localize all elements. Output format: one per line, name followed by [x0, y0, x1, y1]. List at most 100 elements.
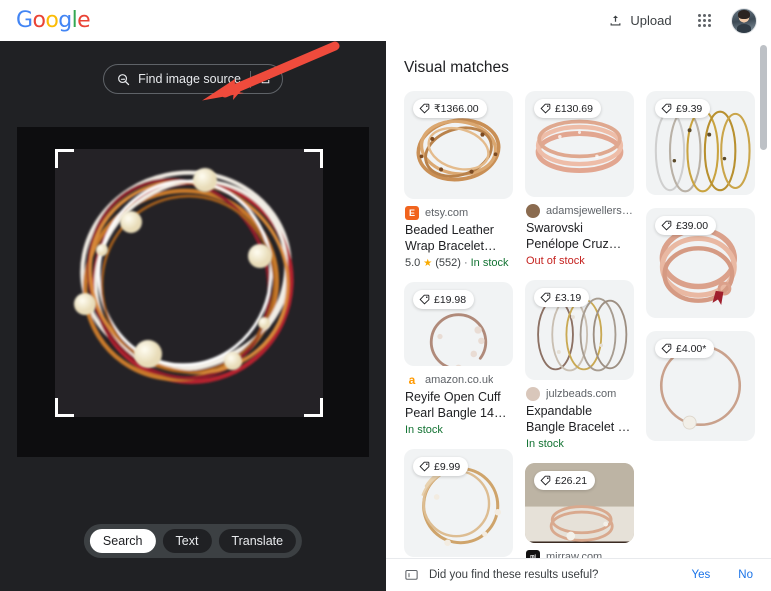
mode-translate-button[interactable]: Translate [218, 529, 297, 553]
price-badge: £26.21 [534, 471, 596, 490]
source-name: mirraw.com [546, 551, 603, 558]
query-image-container[interactable] [17, 127, 369, 457]
favicon [526, 204, 540, 218]
visual-match-card[interactable]: £26.21 mimirraw.com White pearl bracelet… [525, 463, 634, 558]
crop-handle-bottom-right[interactable] [304, 398, 323, 417]
price-badge: £9.39 [655, 99, 711, 118]
rating-and-stock: 5.0 ★ (552) · In stock [405, 257, 512, 269]
card-meta: adamsjewellers.ie Swarovski Penélope Cru… [525, 197, 634, 267]
product-title: Expandable Bangle Bracelet | Julz Beads… [526, 404, 621, 434]
price-badge: £39.00 [655, 216, 717, 235]
mode-switcher: Search Text Translate [83, 524, 303, 558]
page-title: Visual matches [404, 59, 509, 76]
crop-handle-top-right[interactable] [304, 149, 323, 168]
price-value: £26.21 [555, 474, 588, 487]
price-value: £19.98 [434, 293, 467, 306]
image-preview-panel: Find image source Search Text Translate [0, 41, 386, 591]
price-tag-icon [661, 103, 672, 114]
apps-grid-icon[interactable] [694, 10, 715, 31]
source-name: etsy.com [425, 207, 469, 219]
star-icon: ★ [423, 257, 433, 269]
mode-search-button[interactable]: Search [89, 529, 156, 553]
visual-match-card[interactable]: £19.98 a amazon.co.uk Reyife Open Cuff Pe… [404, 282, 513, 436]
visual-match-card[interactable]: £9.99 ŧCtjc.co.uk Multi Colour Freshwate… [404, 449, 513, 558]
favicon: E [405, 206, 419, 220]
visual-match-card[interactable]: £3.19 julzbeads.com Expandable Bangle Br… [525, 280, 634, 450]
price-value: £3.19 [555, 291, 582, 304]
visual-match-card[interactable]: £9.39 [646, 91, 755, 195]
price-badge: £4.00* [655, 339, 715, 358]
visual-match-card[interactable]: ₹1366.00 Eetsy.com Beaded Leather Wrap B… [404, 91, 513, 269]
card-meta: ŧCtjc.co.uk Multi Colour Freshwater Pear… [404, 557, 513, 558]
source-name: julzbeads.com [546, 388, 617, 400]
price-badge: £130.69 [534, 99, 601, 118]
price-value: £39.00 [676, 219, 709, 232]
stock-line: In stock [405, 424, 512, 436]
open-in-new-icon [261, 74, 270, 83]
divider [249, 70, 251, 88]
product-thumbnail[interactable]: £9.99 [404, 449, 513, 557]
product-thumbnail[interactable]: £39.00 [646, 208, 755, 318]
upload-button[interactable]: Upload [602, 8, 677, 33]
mode-text-button[interactable]: Text [162, 529, 212, 553]
find-image-source-button[interactable]: Find image source [103, 64, 283, 94]
review-count: (552) [435, 257, 461, 269]
crop-handle-top-left[interactable] [55, 149, 74, 168]
stock-status: In stock [470, 257, 509, 269]
price-tag-icon [661, 343, 672, 354]
visual-matches-panel: Visual matches ₹1366.00 Eetsy.com Beaded… [386, 41, 771, 591]
source-line: Eetsy.com [405, 206, 512, 220]
find-image-source-label: Find image source [138, 72, 241, 86]
source-name: amazon.co.uk [425, 374, 494, 386]
google-logo[interactable]: Google [16, 8, 91, 33]
price-value: ₹1366.00 [434, 102, 479, 115]
price-value: £9.99 [434, 460, 461, 473]
price-tag-icon [540, 475, 551, 486]
feedback-no-button[interactable]: No [738, 569, 753, 581]
product-thumbnail[interactable]: £19.98 [404, 282, 513, 366]
price-tag-icon [540, 292, 551, 303]
product-thumbnail[interactable]: £26.21 [525, 463, 634, 543]
card-meta: a amazon.co.uk Reyife Open Cuff Pearl Ban… [404, 366, 513, 436]
product-title: Beaded Leather Wrap Bracelet Copper and… [405, 223, 494, 253]
product-thumbnail[interactable]: £3.19 [525, 280, 634, 380]
product-thumbnail[interactable]: £130.69 [525, 91, 634, 197]
query-image [55, 149, 323, 417]
visual-match-card[interactable]: £4.00* [646, 331, 755, 441]
price-tag-icon [419, 461, 430, 472]
product-thumbnail[interactable]: £4.00* [646, 331, 755, 441]
price-value: £9.39 [676, 102, 703, 115]
price-tag-icon [419, 294, 430, 305]
feedback-icon [405, 569, 418, 580]
scrollbar-thumb[interactable] [760, 45, 767, 150]
source-line: adamsjewellers.ie [526, 204, 633, 218]
scrollbar-track[interactable] [760, 41, 769, 558]
favicon [526, 387, 540, 401]
price-badge: £19.98 [413, 290, 475, 309]
source-name: adamsjewellers.ie [546, 205, 633, 217]
crop-handle-bottom-left[interactable] [55, 398, 74, 417]
price-tag-icon [661, 220, 672, 231]
favicon: a [405, 373, 419, 387]
separator: · [463, 257, 468, 269]
results-scroll-area[interactable]: Visual matches ₹1366.00 Eetsy.com Beaded… [386, 41, 771, 558]
card-meta: julzbeads.com Expandable Bangle Bracelet… [525, 380, 634, 450]
upload-label: Upload [630, 13, 672, 28]
page-body: Find image source Search Text Translate … [0, 41, 771, 591]
top-bar: Google Upload [0, 0, 771, 41]
upload-icon [610, 15, 621, 26]
feedback-bar: Did you find these results useful? Yes N… [386, 558, 771, 591]
image-search-icon [118, 73, 130, 85]
product-thumbnail[interactable]: £9.39 [646, 91, 755, 195]
feedback-yes-button[interactable]: Yes [692, 569, 711, 581]
card-meta: Eetsy.com Beaded Leather Wrap Bracelet C… [404, 199, 513, 269]
product-thumbnail[interactable]: ₹1366.00 [404, 91, 513, 199]
price-value: £130.69 [555, 102, 593, 115]
stock-line: In stock [526, 438, 633, 450]
account-avatar[interactable] [731, 7, 757, 34]
visual-match-card[interactable]: £39.00 [646, 208, 755, 318]
stock-line: Out of stock [526, 255, 633, 267]
bracelet-photo-illustration [74, 168, 294, 384]
visual-match-card[interactable]: £130.69 adamsjewellers.ie Swarovski Pené… [525, 91, 634, 267]
price-badge: £3.19 [534, 288, 590, 307]
